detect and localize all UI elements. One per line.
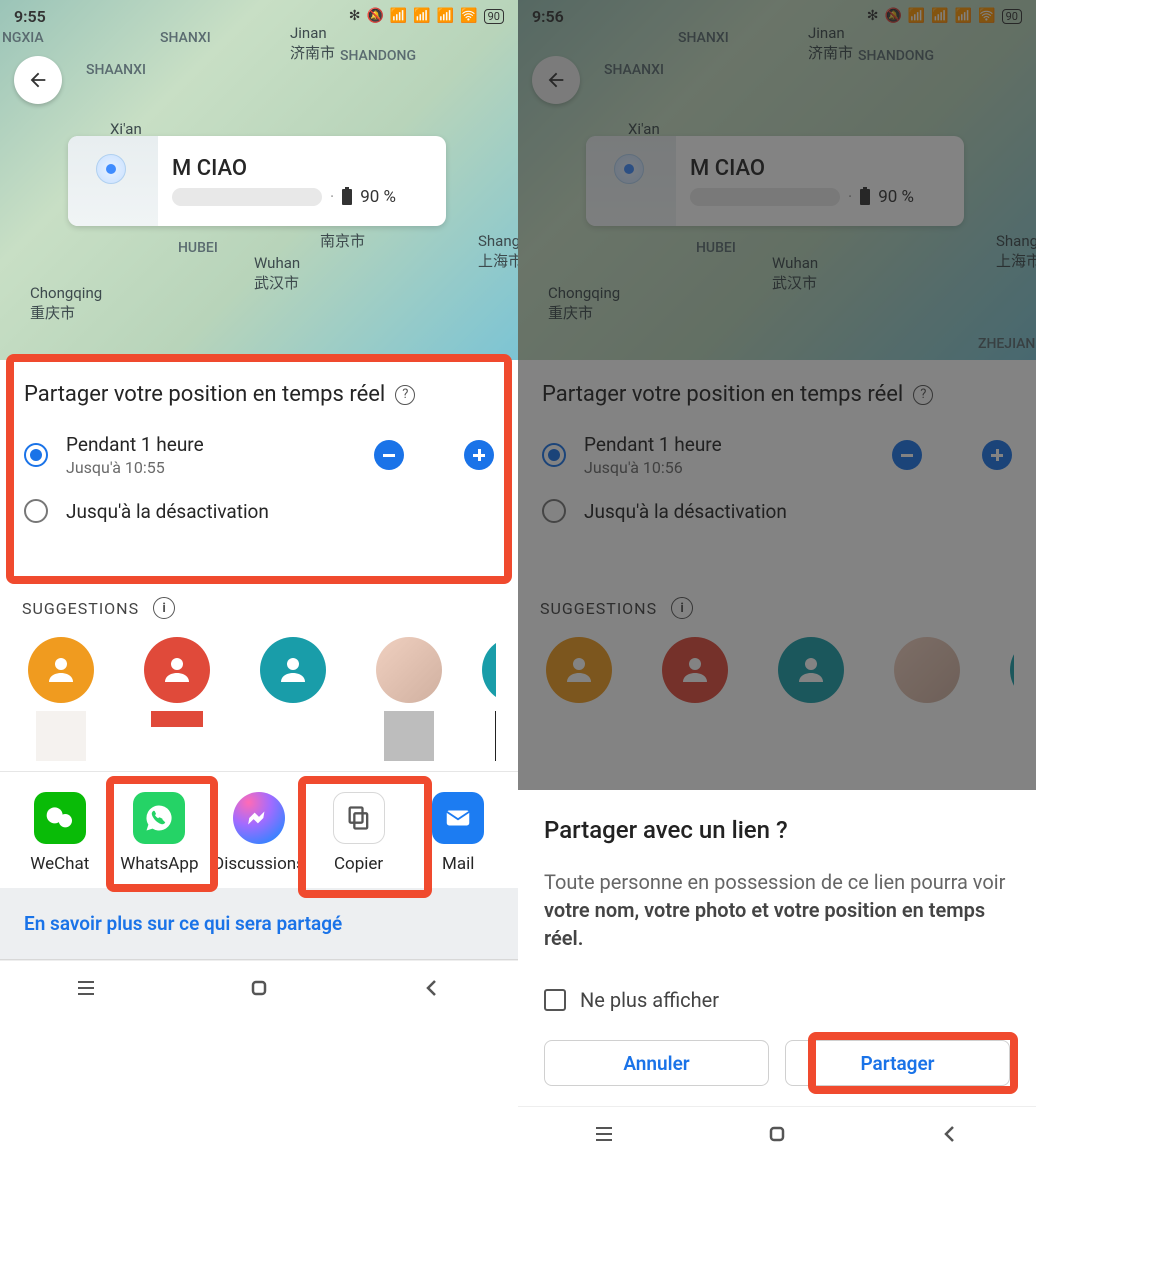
share-button[interactable]: Partager — [785, 1040, 1010, 1086]
map-region-label: SHANXI — [160, 30, 211, 46]
map-background: 9:55 ✻🔕📶📶📶🛜 90 NGXIA SHANXI SHAANXI SHAN… — [0, 0, 518, 360]
copy-icon — [333, 792, 385, 844]
map-city-label: Shanghai 上海市 — [478, 232, 518, 271]
user-card[interactable]: M CIAO · 90 % — [68, 136, 446, 226]
option-1-sublabel: Jusqu'à 10:55 — [66, 458, 356, 477]
dont-show-label: Ne plus afficher — [580, 988, 719, 1012]
recent-apps-icon[interactable] — [74, 976, 98, 1000]
share-title: Partager votre position en temps réel — [24, 382, 385, 407]
avatar — [260, 637, 326, 703]
avatar — [28, 637, 94, 703]
avatar — [144, 637, 210, 703]
user-name: M CIAO — [172, 156, 432, 181]
back-icon[interactable] — [938, 1122, 962, 1146]
app-label: WhatsApp — [120, 854, 198, 874]
mail-icon — [432, 792, 484, 844]
dialog-body: Toute personne en possession de ce lien … — [544, 868, 1010, 952]
battery-percent: 90 % — [360, 187, 396, 207]
map-region-label: SHAANXI — [86, 62, 146, 78]
contact-item[interactable] — [144, 637, 210, 761]
cancel-button[interactable]: Annuler — [544, 1040, 769, 1086]
share-app-copy[interactable]: Copier — [314, 792, 404, 874]
help-icon[interactable]: ? — [395, 385, 415, 405]
share-app-whatsapp[interactable]: WhatsApp — [114, 792, 204, 874]
progress-bar — [172, 188, 322, 206]
share-app-mail[interactable]: Mail — [413, 792, 503, 874]
suggestions-label: SUGGESTIONS — [22, 599, 139, 618]
share-app-messenger[interactable]: Discussions — [214, 792, 304, 874]
share-duration-panel: Partager votre position en temps réel ? … — [0, 360, 518, 541]
map-city-label: Wuhan 武汉市 — [254, 254, 300, 293]
decrease-button[interactable] — [374, 440, 404, 470]
contact-item[interactable] — [28, 637, 94, 761]
map-region-label: NGXIA — [2, 30, 44, 46]
suggestions-section: SUGGESTIONS i — [0, 577, 518, 771]
option-2-label: Jusqu'à la désactivation — [66, 500, 494, 523]
map-city-label: Chongqing 重庆市 — [30, 284, 102, 323]
share-link-dialog: Partager avec un lien ? Toute personne e… — [518, 790, 1036, 1106]
status-time: 9:55 — [14, 7, 46, 26]
app-label: Mail — [442, 854, 474, 874]
dialog-title: Partager avec un lien ? — [544, 816, 1010, 844]
map-city-label: 南京市 — [320, 230, 365, 251]
recent-apps-icon[interactable] — [592, 1122, 616, 1146]
share-apps-row: WeChat WhatsApp Discussions Copier Mail — [0, 771, 518, 888]
contact-item[interactable] — [376, 637, 442, 761]
contact-item[interactable] — [260, 637, 326, 761]
modal-overlay[interactable] — [518, 0, 1036, 790]
wechat-icon — [34, 792, 86, 844]
app-label: WeChat — [30, 854, 89, 874]
user-location-thumb — [68, 136, 158, 226]
option-1-label: Pendant 1 heure — [66, 433, 356, 456]
app-label: Copier — [334, 854, 383, 874]
radio-until-disabled[interactable] — [24, 499, 48, 523]
map-region-label: SHANDONG — [340, 48, 416, 64]
whatsapp-icon — [133, 792, 185, 844]
back-button[interactable] — [14, 56, 62, 104]
map-region-label: HUBEI — [178, 240, 218, 256]
increase-button[interactable] — [464, 440, 494, 470]
home-icon[interactable] — [247, 976, 271, 1000]
radio-duration-1hour[interactable] — [24, 443, 48, 467]
status-icons: ✻🔕📶📶📶🛜 90 — [349, 8, 504, 24]
system-nav-bar — [0, 960, 518, 1014]
app-label: Discussions — [213, 854, 305, 874]
avatar-photo — [376, 637, 442, 703]
dont-show-checkbox[interactable] — [544, 989, 566, 1011]
system-nav-bar — [518, 1106, 1036, 1160]
learn-more-link[interactable]: En savoir plus sur ce qui sera partagé — [0, 888, 518, 960]
share-app-wechat[interactable]: WeChat — [15, 792, 105, 874]
messenger-icon — [233, 792, 285, 844]
back-icon[interactable] — [420, 976, 444, 1000]
home-icon[interactable] — [765, 1122, 789, 1146]
contact-item[interactable] — [492, 637, 496, 761]
info-icon[interactable]: i — [153, 597, 175, 619]
avatar — [482, 637, 496, 703]
battery-icon — [342, 189, 352, 205]
